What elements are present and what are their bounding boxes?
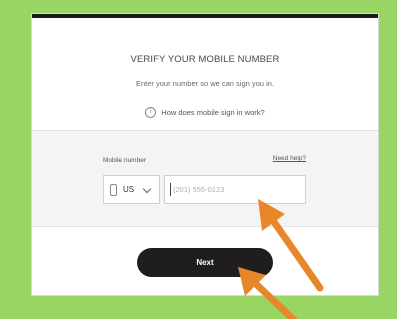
phone-number-input[interactable] xyxy=(164,175,306,204)
info-icon: i xyxy=(145,107,157,118)
phone-icon xyxy=(110,184,117,196)
help-row[interactable]: i How does mobile sign in work? xyxy=(32,107,378,118)
country-code-select[interactable]: US xyxy=(103,175,160,204)
phone-form: Mobile number Need help? US xyxy=(32,130,378,227)
page-subtitle: Enter your number so we can sign you in. xyxy=(136,79,274,88)
page-title: VERIFY YOUR MOBILE NUMBER xyxy=(130,54,280,65)
text-cursor xyxy=(170,183,171,196)
card-top-bar xyxy=(32,14,378,18)
country-code-value: US xyxy=(123,185,135,194)
help-link[interactable]: How does mobile sign in work? xyxy=(161,108,264,117)
mobile-number-label: Mobile number xyxy=(103,157,146,164)
need-help-link[interactable]: Need help? xyxy=(273,155,306,162)
next-button[interactable]: Next xyxy=(137,248,273,277)
chevron-down-icon xyxy=(142,184,152,194)
verify-mobile-card: VERIFY YOUR MOBILE NUMBER Enter your num… xyxy=(31,13,379,296)
